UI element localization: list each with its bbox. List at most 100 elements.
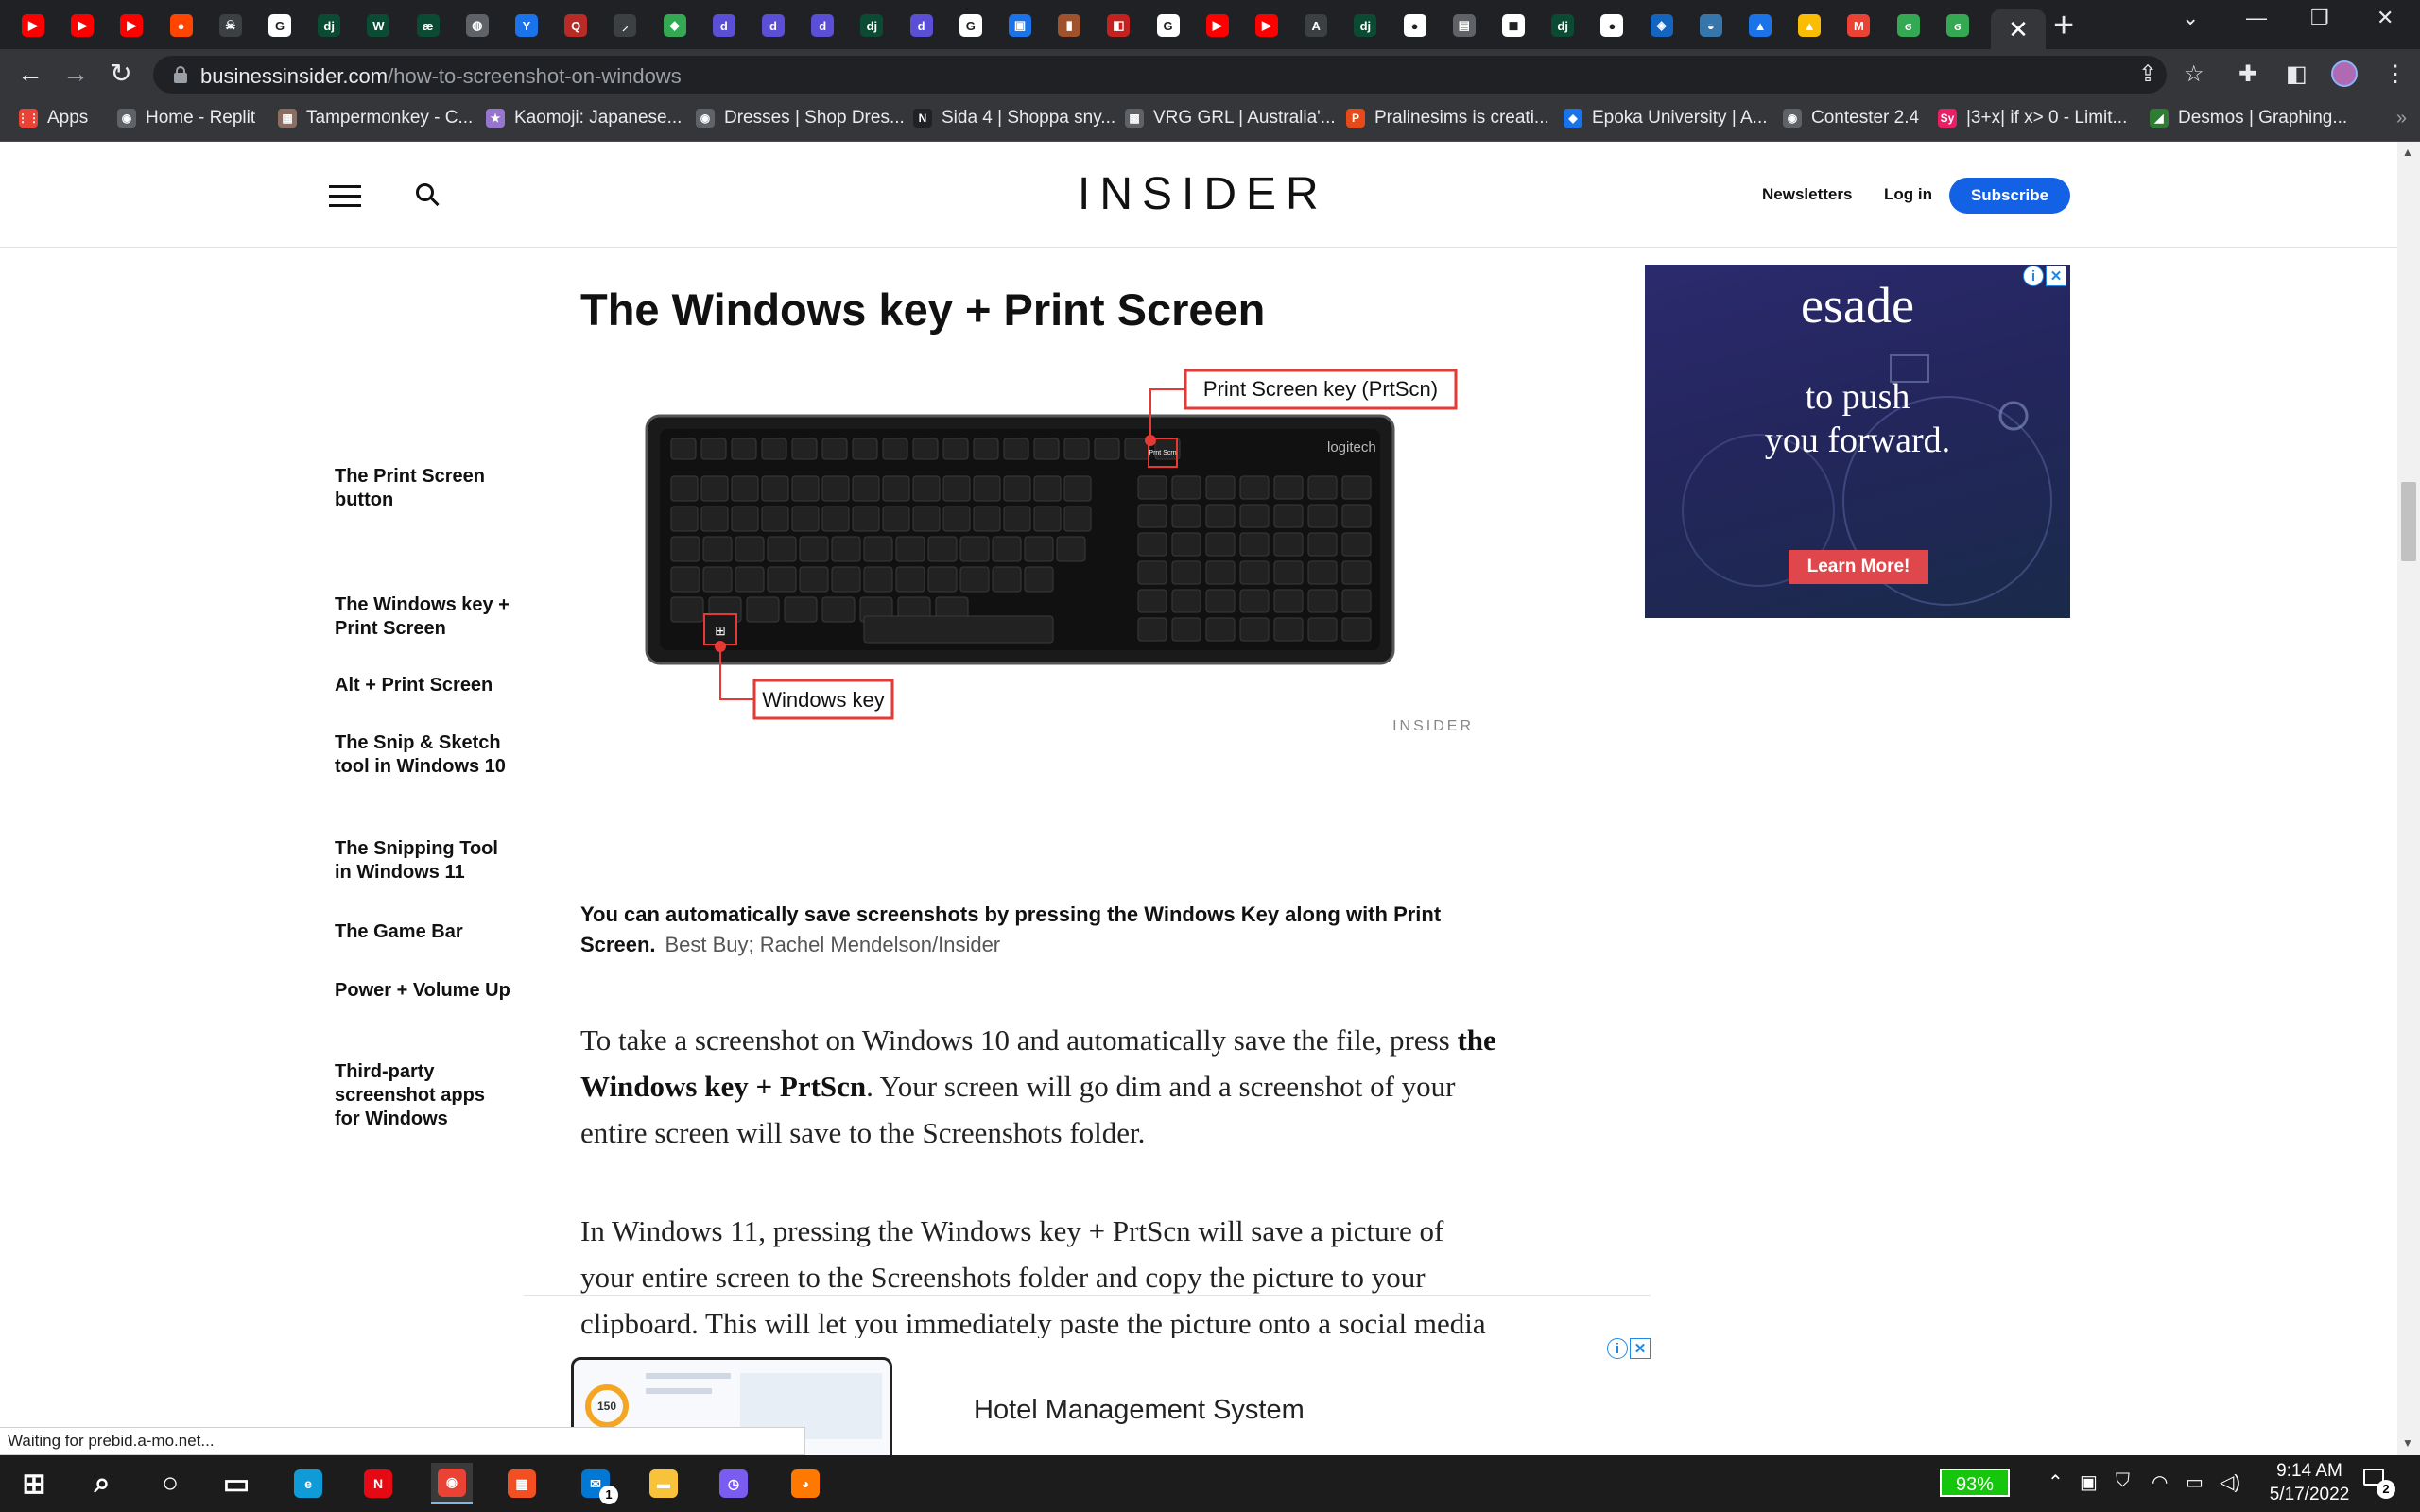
profile-avatar[interactable] — [2331, 60, 2358, 87]
browser-tab[interactable]: ☠ — [215, 9, 247, 42]
toc-item[interactable]: Alt + Print Screen — [335, 674, 514, 697]
taskbar-explorer[interactable]: ▬ — [643, 1463, 684, 1504]
browser-tab[interactable]: ▲ — [1744, 9, 1776, 42]
taskbar-mail[interactable]: ✉ 1 — [575, 1463, 618, 1504]
tab-close-icon[interactable]: ✕ — [2008, 17, 2029, 42]
toc-item[interactable]: Power + Volume Up — [335, 979, 514, 1003]
browser-tab[interactable]: ▣ — [1004, 9, 1036, 42]
ad-close-icon[interactable]: ✕ — [2046, 266, 2066, 286]
new-tab-button[interactable]: + — [2053, 8, 2074, 43]
browser-tab[interactable]: Y — [510, 9, 543, 42]
insider-logo[interactable]: INSIDER — [1078, 168, 1328, 220]
browser-tab[interactable]: dj — [856, 9, 888, 42]
browser-tab[interactable]: d — [757, 9, 789, 42]
taskbar-task-view[interactable]: ▭ — [216, 1463, 257, 1504]
taskbar-chrome[interactable]: ◉ — [431, 1463, 473, 1504]
bookmark-item[interactable]: ◉ Home - Replit — [117, 108, 255, 129]
browser-tab[interactable]: ▮ — [1053, 9, 1085, 42]
browser-tab[interactable]: ◆ — [659, 9, 691, 42]
browser-tab[interactable]: ◍ — [461, 9, 493, 42]
browser-tab[interactable]: ϭ — [1893, 9, 1925, 42]
bookmark-item[interactable]: ◢ Desmos | Graphing... — [2150, 108, 2347, 129]
browser-tab[interactable]: ● — [1399, 9, 1431, 42]
share-icon[interactable]: ⇪ — [2138, 60, 2157, 88]
battery-icon[interactable]: ▭ — [2186, 1470, 2204, 1494]
active-tab[interactable]: ✕ — [1991, 9, 2046, 49]
bookmark-item[interactable]: ★ Kaomoji: Japanese... — [486, 108, 682, 129]
browser-tab[interactable]: æ — [412, 9, 444, 42]
browser-tab[interactable]: ● — [165, 9, 198, 42]
bookmark-item[interactable]: ◉ Contester 2.4 — [1783, 108, 1919, 129]
notification-center-icon[interactable]: 2 — [2363, 1469, 2395, 1499]
login-link[interactable]: Log in — [1884, 185, 1932, 204]
browser-tab[interactable]: ◧ — [1102, 9, 1134, 42]
toc-item[interactable]: The Snip & Sketch tool in Windows 10 — [335, 731, 514, 779]
bookmark-item[interactable]: ▦ Tampermonkey - C... — [278, 108, 473, 129]
page-scrollbar[interactable]: ▲ ▼ — [2397, 142, 2420, 1455]
taskbar-avast[interactable]: ◕ — [785, 1463, 826, 1504]
browser-tab[interactable]: ▲ — [1793, 9, 1825, 42]
scroll-down-arrow[interactable]: ▼ — [2402, 1436, 2413, 1450]
minimize-button[interactable]: — — [2246, 6, 2267, 30]
extensions-icon[interactable]: ✚ — [2238, 60, 2257, 88]
ad-title[interactable]: Hotel Management System — [974, 1395, 1305, 1426]
restore-button[interactable]: ❐ — [2310, 6, 2329, 30]
browser-tab[interactable]: ◼ — [1497, 9, 1530, 42]
taskbar-clock-app[interactable]: ◷ — [713, 1463, 754, 1504]
browser-tab[interactable]: ● — [1596, 9, 1628, 42]
ad-info-icon[interactable]: i — [2023, 266, 2044, 286]
back-button[interactable]: ← — [15, 59, 45, 89]
more-bookmarks-icon[interactable]: » — [2396, 108, 2407, 129]
star-icon[interactable]: ☆ — [2184, 60, 2204, 88]
close-window-button[interactable]: ✕ — [2377, 6, 2394, 30]
bookmark-item[interactable]: ◉ Dresses | Shop Dres... — [696, 108, 905, 129]
bookmark-item[interactable]: Sy |3+x| if x> 0 - Limit... — [1938, 108, 2127, 129]
sidepanel-icon[interactable]: ◧ — [2286, 60, 2308, 88]
bookmark-item[interactable]: ◆ Epoka University | A... — [1564, 108, 1768, 129]
browser-tab[interactable]: G — [1152, 9, 1184, 42]
lock-icon[interactable] — [174, 66, 187, 83]
scroll-thumb[interactable] — [2401, 482, 2416, 561]
browser-tab[interactable]: ◒ — [1695, 9, 1727, 42]
taskbar-netflix[interactable]: N — [357, 1463, 399, 1504]
forward-button[interactable]: → — [60, 59, 91, 89]
browser-tab[interactable]: W — [362, 9, 394, 42]
bookmark-item[interactable]: ▩ VRG GRL | Australia'... — [1125, 108, 1336, 129]
taskbar-store[interactable]: ▦ — [501, 1463, 543, 1504]
address-bar[interactable]: businessinsider.com/how-to-screenshot-on… — [153, 56, 2167, 94]
browser-tab[interactable]: d — [806, 9, 838, 42]
toc-item[interactable]: The Windows key + Print Screen — [335, 593, 514, 641]
browser-tab[interactable]: A — [1300, 9, 1332, 42]
browser-tab[interactable]: G — [955, 9, 987, 42]
defender-icon[interactable]: ⛉ — [2116, 1470, 2130, 1492]
browser-tab[interactable]: dj — [1547, 9, 1579, 42]
clock-date[interactable]: 5/17/2022 — [2257, 1485, 2361, 1505]
browser-tab[interactable]: d — [708, 9, 740, 42]
browser-tab[interactable]: ▤ — [1448, 9, 1480, 42]
clock-time[interactable]: 9:14 AM — [2257, 1461, 2361, 1482]
browser-tab[interactable]: Q — [560, 9, 592, 42]
ad-learn-more-button[interactable]: Learn More! — [1789, 550, 1928, 584]
ad-close-icon[interactable]: ✕ — [1630, 1338, 1651, 1359]
browser-tab[interactable]: dj — [313, 9, 345, 42]
browser-tab[interactable]: ▶ — [115, 9, 147, 42]
browser-tab[interactable]: ▶ — [1201, 9, 1234, 42]
toc-item[interactable]: The Snipping Tool in Windows 11 — [335, 837, 514, 885]
toc-item[interactable]: The Print Screen button — [335, 465, 514, 512]
bookmark-item[interactable]: N Sida 4 | Shoppa sny... — [913, 108, 1115, 129]
wifi-icon[interactable]: ◠ — [2152, 1470, 2168, 1494]
browser-tab[interactable]: d — [906, 9, 938, 42]
browser-tab[interactable]: ϭ — [1942, 9, 1974, 42]
taskbar-edge[interactable]: e — [287, 1463, 329, 1504]
url-text[interactable]: businessinsider.com/how-to-screenshot-on… — [200, 64, 682, 89]
tray-app-icon[interactable]: ▣ — [2080, 1470, 2098, 1494]
volume-icon[interactable]: ◁) — [2220, 1470, 2240, 1494]
taskbar-search[interactable]: ⌕ — [81, 1463, 123, 1504]
browser-tab[interactable]: dj — [1349, 9, 1381, 42]
bookmark-item[interactable]: P Pralinesims is creati... — [1346, 108, 1549, 129]
bookmark-item[interactable]: ⋮⋮ Apps — [17, 108, 88, 129]
browser-tab[interactable]: ▶ — [17, 9, 49, 42]
toc-item[interactable]: The Game Bar — [335, 920, 514, 944]
browser-tab[interactable]: M — [1842, 9, 1875, 42]
browser-tab[interactable]: ◈ — [1646, 9, 1678, 42]
